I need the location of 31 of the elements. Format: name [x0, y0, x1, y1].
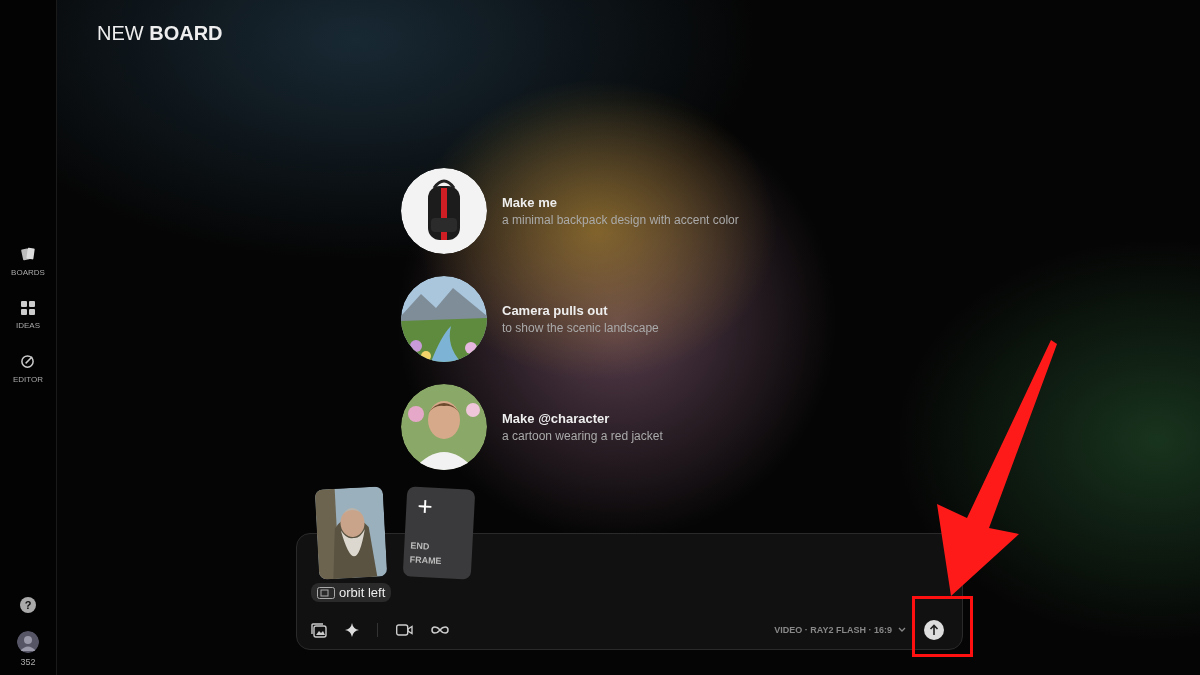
suggestion-item[interactable]: Camera pulls out to show the scenic landscape [401, 276, 962, 362]
suggestion-title: Make me [502, 195, 558, 210]
nav-item[interactable]: BOARDS [11, 246, 45, 277]
sparkle-icon[interactable] [345, 623, 359, 637]
help-icon[interactable]: ? [20, 597, 36, 613]
suggestion-item[interactable]: Make me a minimal backpack design with accent color [401, 168, 962, 254]
loop-icon[interactable] [431, 625, 449, 635]
highlight-box [912, 596, 973, 657]
arrow-up-icon [929, 624, 939, 636]
avatar[interactable] [17, 631, 39, 653]
submit-button[interactable] [924, 620, 944, 640]
edit-icon [20, 354, 36, 369]
images-icon[interactable] [311, 622, 327, 638]
grid-icon [21, 301, 35, 315]
nav-item[interactable]: EDITOR [12, 354, 44, 384]
suggestion-title: Camera pulls out [502, 303, 609, 318]
end-frame-button[interactable]: + END FRAME [402, 486, 476, 580]
board-title: NEW BOARD [97, 22, 223, 45]
suggestion-subtitle: to show the scenic landscape [502, 321, 659, 335]
video-camera-icon[interactable] [396, 624, 413, 636]
cards-icon [20, 246, 36, 262]
suggestion-subtitle: a cartoon wearing a red jacket [502, 429, 663, 443]
suggestion-subtitle: a minimal backpack design with accent color [502, 213, 739, 227]
chevron-down-icon [898, 627, 906, 633]
film-icon [317, 586, 335, 599]
suggestion-item[interactable]: Make @character a cartoon wearing a red jacket [401, 384, 962, 470]
nav-item[interactable]: IDEAS [16, 301, 40, 330]
suggestion-title: Make @character [502, 411, 611, 426]
credit-count: 352 [20, 657, 36, 667]
model-settings-dropdown[interactable]: VIDEO · RAY2 FLASH · 16:9 [774, 625, 892, 635]
camera-motion-chip[interactable]: orbit left [311, 583, 392, 602]
